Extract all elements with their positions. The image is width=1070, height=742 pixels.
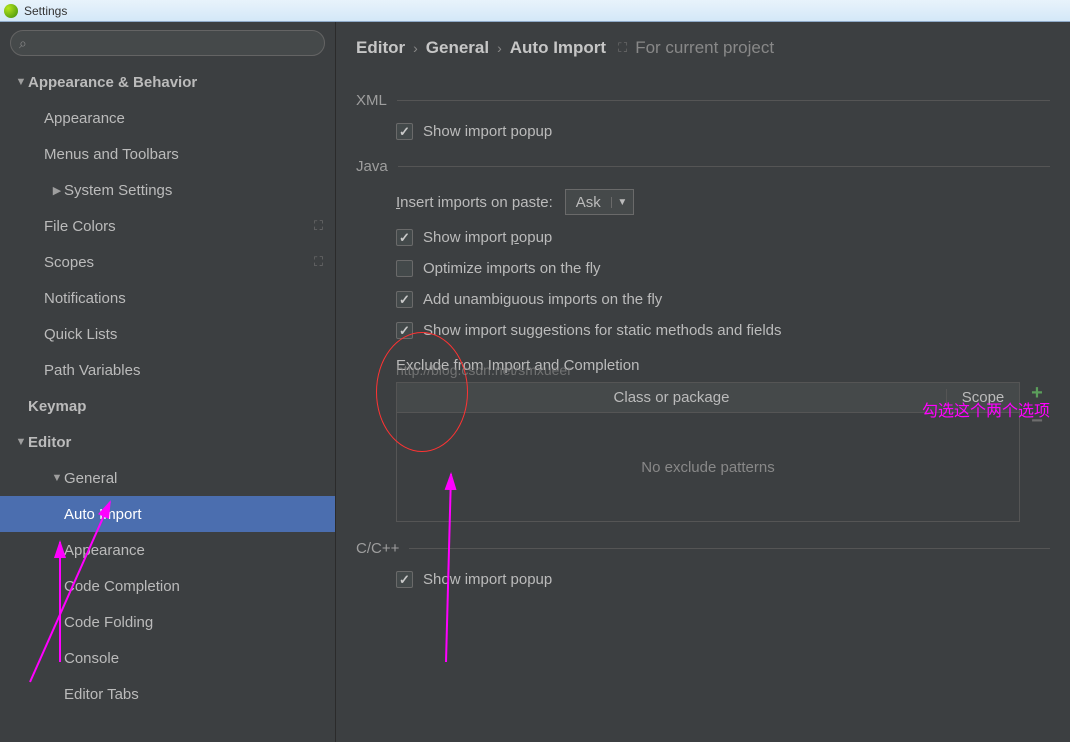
sidebar-item-label: Notifications — [44, 290, 335, 307]
sidebar-item-label: Menus and Toolbars — [44, 146, 335, 163]
java-show-popup-checkbox[interactable] — [396, 229, 413, 246]
sidebar-item-code-completion[interactable]: Code Completion — [0, 568, 335, 604]
java-suggestions-label: Show import suggestions for static metho… — [423, 322, 782, 339]
java-unambiguous-label: Add unambiguous imports on the fly — [423, 291, 662, 308]
exclude-table-empty: No exclude patterns — [397, 413, 1019, 521]
breadcrumb-autoimport: Auto Import — [510, 38, 606, 58]
sidebar-item-system-settings[interactable]: ▶System Settings — [0, 172, 335, 208]
chevron-down-icon: ▼ — [14, 76, 28, 88]
ccpp-show-popup-checkbox[interactable] — [396, 571, 413, 588]
chevron-down-icon: ▼ — [50, 472, 64, 484]
sidebar-item-scopes[interactable]: Scopes⛶ — [0, 244, 335, 280]
java-suggestions-checkbox[interactable] — [396, 322, 413, 339]
sidebar-item-appearance-behavior[interactable]: ▼Appearance & Behavior — [0, 64, 335, 100]
sidebar-item-label: Path Variables — [44, 362, 335, 379]
sidebar-item-label: Keymap — [28, 398, 335, 415]
java-show-popup-label: Show import popup — [423, 229, 552, 246]
chevron-right-icon: › — [413, 40, 418, 56]
sidebar-item-label: Editor — [28, 434, 335, 451]
breadcrumb-general: General — [426, 38, 489, 58]
project-scope-icon: ⛶ — [618, 40, 627, 56]
exclude-table: Class or package Scope No exclude patter… — [396, 382, 1020, 522]
project-scope-icon: ⛶ — [314, 254, 323, 270]
section-java: Java — [356, 158, 1050, 175]
sidebar-item-path-variables[interactable]: Path Variables — [0, 352, 335, 388]
sidebar-item-label: Code Completion — [64, 578, 335, 595]
breadcrumb-editor: Editor — [356, 38, 405, 58]
settings-sidebar: ⌕ ▼Appearance & BehaviorAppearanceMenus … — [0, 22, 336, 742]
insert-imports-label: Insert imports on paste: — [396, 194, 553, 211]
sidebar-item-keymap[interactable]: Keymap — [0, 388, 335, 424]
sidebar-item-label: File Colors — [44, 218, 314, 235]
sidebar-item-notifications[interactable]: Notifications — [0, 280, 335, 316]
sidebar-item-label: Auto Import — [64, 506, 335, 523]
remove-exclude-button[interactable]: − — [1026, 410, 1048, 432]
sidebar-item-general[interactable]: ▼General — [0, 460, 335, 496]
insert-imports-select[interactable]: Ask ▼ — [565, 189, 634, 215]
chevron-down-icon: ▼ — [14, 436, 28, 448]
sidebar-item-menus-and-toolbars[interactable]: Menus and Toolbars — [0, 136, 335, 172]
xml-show-popup-checkbox[interactable] — [396, 123, 413, 140]
chevron-right-icon: › — [497, 40, 502, 56]
sidebar-item-auto-import[interactable]: Auto Import — [0, 496, 335, 532]
chevron-right-icon: ▶ — [50, 184, 64, 197]
java-optimize-label: Optimize imports on the fly — [423, 260, 601, 277]
sidebar-item-label: Scopes — [44, 254, 314, 271]
add-exclude-button[interactable]: + — [1026, 382, 1048, 404]
sidebar-item-label: Code Folding — [64, 614, 335, 631]
sidebar-item-console[interactable]: Console — [0, 640, 335, 676]
dropdown-arrow-icon: ▼ — [611, 197, 633, 208]
section-xml: XML — [356, 92, 1050, 109]
section-ccpp: C/C++ — [356, 540, 1050, 557]
sidebar-item-label: Console — [64, 650, 335, 667]
project-scope-label: For current project — [635, 38, 774, 58]
sidebar-item-editor-tabs[interactable]: Editor Tabs — [0, 676, 335, 712]
xml-show-popup-label: Show import popup — [423, 123, 552, 140]
exclude-title: Exclude from Import and Completion — [396, 357, 1050, 374]
sidebar-item-label: Appearance & Behavior — [28, 74, 335, 91]
search-icon: ⌕ — [19, 35, 27, 52]
window-title: Settings — [24, 4, 67, 18]
col-scope-header[interactable]: Scope — [947, 389, 1019, 406]
sidebar-item-appearance[interactable]: Appearance — [0, 532, 335, 568]
sidebar-item-label: Editor Tabs — [64, 686, 335, 703]
window-title-bar: Settings — [0, 0, 1070, 22]
sidebar-item-code-folding[interactable]: Code Folding — [0, 604, 335, 640]
search-input[interactable] — [10, 30, 325, 56]
java-unambiguous-checkbox[interactable] — [396, 291, 413, 308]
sidebar-item-label: Appearance — [64, 542, 335, 559]
sidebar-item-label: General — [64, 470, 335, 487]
sidebar-item-quick-lists[interactable]: Quick Lists — [0, 316, 335, 352]
ccpp-show-popup-label: Show import popup — [423, 571, 552, 588]
java-optimize-checkbox[interactable] — [396, 260, 413, 277]
app-icon — [4, 4, 18, 18]
sidebar-item-label: Appearance — [44, 110, 335, 127]
sidebar-item-label: Quick Lists — [44, 326, 335, 343]
col-class-header[interactable]: Class or package — [397, 389, 947, 406]
sidebar-item-appearance[interactable]: Appearance — [0, 100, 335, 136]
sidebar-item-label: System Settings — [64, 182, 335, 199]
sidebar-item-editor[interactable]: ▼Editor — [0, 424, 335, 460]
project-scope-icon: ⛶ — [314, 218, 323, 234]
settings-content: Editor › General › Auto Import ⛶ For cur… — [336, 22, 1070, 742]
settings-tree: ▼Appearance & BehaviorAppearanceMenus an… — [0, 64, 335, 712]
sidebar-item-file-colors[interactable]: File Colors⛶ — [0, 208, 335, 244]
breadcrumb: Editor › General › Auto Import ⛶ For cur… — [356, 22, 1050, 74]
